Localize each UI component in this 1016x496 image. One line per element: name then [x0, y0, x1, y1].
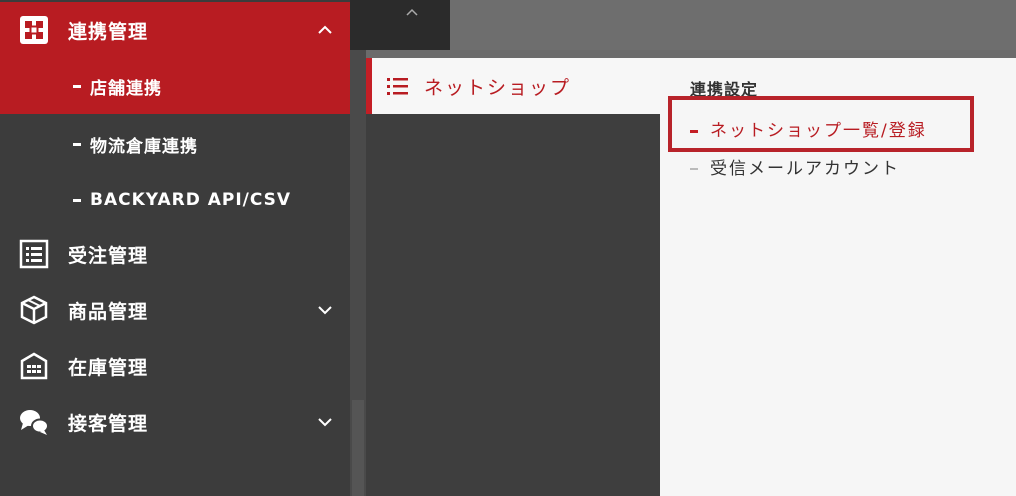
sidebar-scrollbar[interactable] — [350, 0, 366, 496]
topbar — [450, 0, 1016, 50]
dash-icon — [73, 199, 81, 202]
sidebar-subitem-label: BACKYARD API/CSV — [90, 190, 292, 210]
dash-icon — [690, 168, 698, 170]
highlight-box — [668, 96, 974, 152]
sidebar-subitem-label: 物流倉庫連携 — [90, 136, 198, 157]
chevron-down-icon[interactable] — [316, 301, 334, 319]
sidebar-item-label: 受注管理 — [68, 244, 149, 267]
chevron-up-icon[interactable] — [316, 21, 334, 39]
scrollbar-thumb[interactable] — [352, 400, 364, 496]
link-receive-mail-account[interactable]: 受信メールアカウント — [690, 154, 900, 179]
sidebar-item-products[interactable]: 商品管理 — [0, 282, 350, 338]
sidebar-item-label: 接客管理 — [68, 412, 149, 435]
sidebar: 連携管理 店舗連携 物流倉庫連携 BACKYARD API/CSV 受注管理 商… — [0, 0, 350, 496]
link-label: 受信メールアカウント — [710, 159, 900, 179]
sidebar-item-orders[interactable]: 受注管理 — [0, 226, 350, 282]
sidebar-subitem-label: 店舗連携 — [90, 78, 162, 99]
puzzle-icon — [18, 14, 50, 46]
netshop-header-label: ネットショップ — [424, 77, 572, 99]
chevron-down-icon[interactable] — [316, 413, 334, 431]
sidebar-item-inventory[interactable]: 在庫管理 — [0, 338, 350, 394]
dash-icon — [73, 85, 81, 88]
list-icon — [386, 75, 410, 97]
topbar-collapse-area — [350, 0, 450, 50]
list-icon — [18, 238, 50, 270]
sidebar-subitem-backyard[interactable]: BACKYARD API/CSV — [0, 172, 350, 228]
chevron-up-icon[interactable] — [403, 4, 421, 18]
netshop-menu-header[interactable]: ネットショップ — [366, 58, 660, 114]
middle-panel: ネットショップ — [366, 58, 660, 496]
chat-icon — [18, 406, 50, 438]
warehouse-icon — [18, 350, 50, 382]
box-icon — [18, 294, 50, 326]
sidebar-subitem-store-integration[interactable]: 店舗連携 — [0, 58, 350, 114]
dash-icon — [73, 143, 81, 146]
sidebar-item-customer-service[interactable]: 接客管理 — [0, 394, 350, 450]
sidebar-item-integration[interactable]: 連携管理 — [0, 2, 350, 58]
sidebar-item-label: 連携管理 — [68, 20, 149, 43]
sidebar-item-label: 在庫管理 — [68, 356, 149, 379]
sidebar-subitem-logistics[interactable]: 物流倉庫連携 — [0, 116, 350, 172]
sidebar-item-label: 商品管理 — [68, 300, 149, 323]
